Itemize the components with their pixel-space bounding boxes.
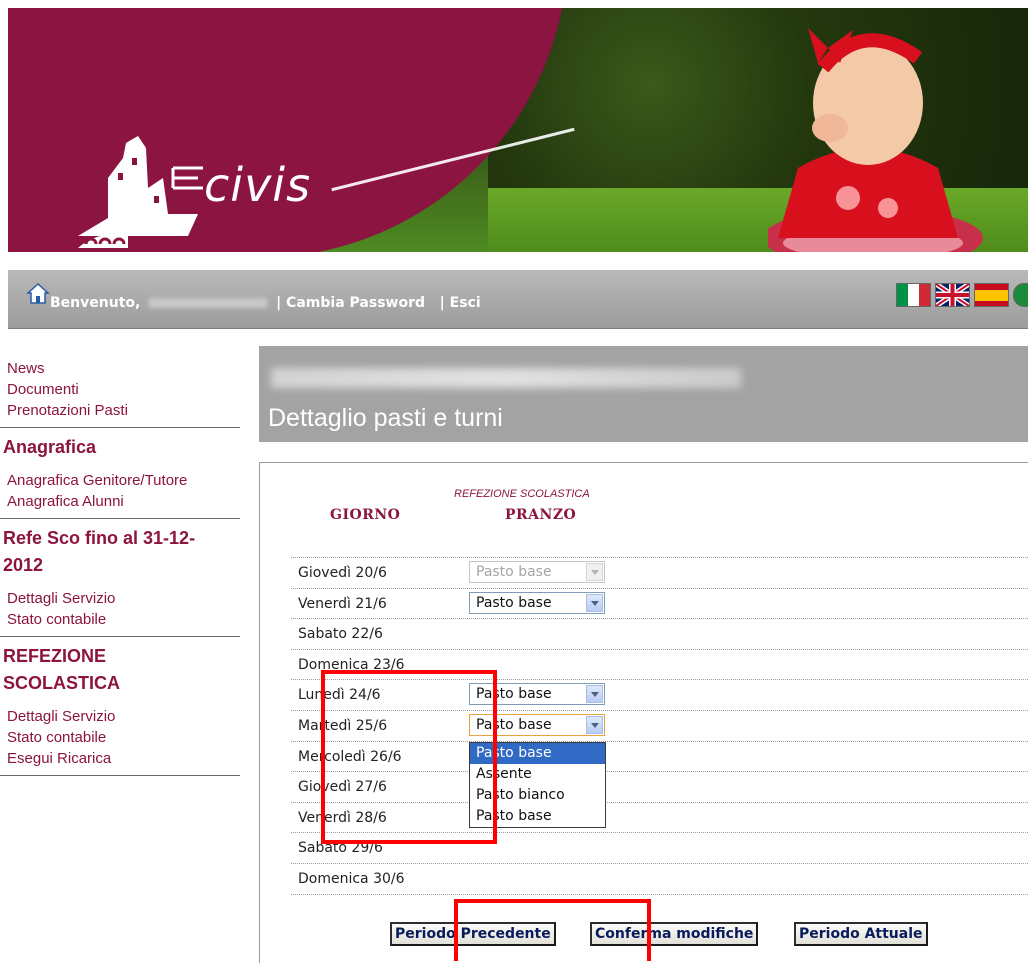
table-row: Giovedì 20/6 Pasto base [291, 557, 1028, 588]
partial-flag-icon[interactable] [1013, 283, 1028, 307]
chevron-down-icon [586, 563, 603, 581]
sidebar-item-documenti[interactable]: Documenti [0, 379, 240, 400]
toolbar-separator: | [276, 295, 282, 311]
sidebar-divider [0, 775, 240, 776]
home-icon[interactable] [26, 282, 50, 304]
day-label: Sabato 29/6 [298, 840, 383, 856]
baby-photo-illustration [768, 28, 983, 252]
sidebar-item-stato-contabile[interactable]: Stato contabile [0, 727, 240, 748]
chevron-down-icon [586, 685, 603, 703]
page-title: Dettaglio pasti e turni [268, 404, 503, 432]
dropdown-option[interactable]: Pasto base [470, 743, 605, 764]
table-row: Venerdì 21/6 Pasto base [291, 588, 1028, 619]
welcome-label: Benvenuto, [50, 295, 141, 311]
table-row: Sabato 29/6 [291, 832, 1028, 863]
sidebar-item-dettagli-servizio[interactable]: Dettagli Servizio [0, 588, 240, 609]
meal-select: Pasto base [469, 561, 605, 583]
meal-dropdown-list[interactable]: Pasto base Assente Pasto bianco Pasto ba… [469, 742, 606, 828]
meal-select-value: Pasto base [476, 717, 552, 733]
top-toolbar: Benvenuto, | Cambia Password | Esci [8, 270, 1028, 329]
table-row: Martedì 25/6 Pasto base [291, 710, 1028, 741]
sidebar-item-stato-contabile[interactable]: Stato contabile [0, 609, 240, 630]
dropdown-option[interactable]: Assente [470, 764, 605, 785]
sidebar-item-esegui-ricarica[interactable]: Esegui Ricarica [0, 748, 240, 769]
sidebar-item-prenotazioni[interactable]: Prenotazioni Pasti [0, 400, 240, 421]
uk-flag-icon[interactable] [935, 283, 970, 307]
italian-flag-icon[interactable] [896, 283, 931, 307]
day-label: Domenica 23/6 [298, 657, 405, 673]
day-label: Martedì 25/6 [298, 718, 388, 734]
sidebar-item-anagrafica-genitore[interactable]: Anagrafica Genitore/Tutore [0, 470, 240, 491]
spanish-flag-icon[interactable] [974, 283, 1009, 307]
meal-select-value: Pasto base [476, 595, 552, 611]
meal-select-value: Pasto base [476, 686, 552, 702]
heading-line: 2012 [3, 555, 44, 575]
meal-select[interactable]: Pasto base [469, 592, 605, 614]
column-header-day: GIORNO [330, 507, 401, 523]
logo-text: civis [204, 158, 312, 212]
table-row: Mercoledì 26/6 [291, 741, 1028, 772]
day-label: Giovedì 20/6 [298, 565, 387, 581]
current-period-button[interactable]: Periodo Attuale [794, 922, 928, 946]
title-box: Dettaglio pasti e turni [259, 346, 1028, 442]
sidebar-item-anagrafica-alunni[interactable]: Anagrafica Alunni [0, 491, 240, 512]
day-label: Giovedì 27/6 [298, 779, 387, 795]
chevron-down-icon [586, 594, 603, 612]
toolbar-separator: | [439, 295, 445, 311]
dropdown-option[interactable]: Pasto base [470, 806, 605, 827]
sidebar: News Documenti Prenotazioni Pasti Anagra… [0, 358, 240, 782]
day-label: Sabato 22/6 [298, 626, 383, 642]
toolbar-text: Benvenuto, | Cambia Password | Esci [50, 295, 481, 311]
meal-select[interactable]: Pasto base [469, 683, 605, 705]
student-name-redacted [271, 368, 741, 388]
sidebar-divider [0, 636, 240, 637]
sidebar-heading-anagrafica: Anagrafica [3, 437, 97, 457]
sidebar-divider [0, 427, 240, 428]
day-label: Domenica 30/6 [298, 871, 405, 887]
username-redacted [149, 298, 268, 308]
change-password-link[interactable]: Cambia Password [286, 295, 425, 311]
column-header-service: REFEZIONE SCOLASTICA [454, 488, 590, 500]
header-banner: civis [8, 8, 1028, 252]
chevron-down-icon [586, 716, 603, 734]
meal-select[interactable]: Pasto base [469, 714, 605, 736]
table-row: Giovedì 27/6 [291, 771, 1028, 802]
heading-line: SCOLASTICA [3, 673, 120, 693]
confirm-changes-button[interactable]: Conferma modifiche [590, 922, 759, 946]
table-row: Lunedì 24/6 Pasto base [291, 679, 1028, 710]
day-label: Venerdì 28/6 [298, 810, 387, 826]
previous-period-button[interactable]: Periodo Precedente [390, 922, 556, 946]
table-row: Venerdì 28/6 [291, 802, 1028, 833]
sidebar-heading-refe-sco: Refe Sco fino al 31-12- 2012 [0, 525, 240, 579]
sidebar-item-dettagli-servizio[interactable]: Dettagli Servizio [0, 706, 240, 727]
table-row: Domenica 30/6 [291, 863, 1028, 895]
language-flags [896, 283, 1028, 307]
sidebar-heading-refezione: REFEZIONE SCOLASTICA [0, 643, 240, 697]
sidebar-divider [0, 518, 240, 519]
heading-line: REFEZIONE [3, 646, 107, 666]
column-header-meal: PRANZO [505, 507, 577, 523]
table-row: Sabato 22/6 [291, 618, 1028, 649]
day-label: Mercoledì 26/6 [298, 749, 402, 765]
table-row: Domenica 23/6 [291, 649, 1028, 680]
sidebar-item-news[interactable]: News [0, 358, 240, 379]
meal-select-value: Pasto base [476, 564, 552, 580]
heading-line: Refe Sco fino al 31-12- [3, 528, 196, 548]
city-logo-icon [78, 136, 203, 248]
dropdown-option[interactable]: Pasto bianco [470, 785, 605, 806]
logout-link[interactable]: Esci [450, 295, 481, 311]
day-label: Lunedì 24/6 [298, 687, 381, 703]
day-label: Venerdì 21/6 [298, 596, 387, 612]
